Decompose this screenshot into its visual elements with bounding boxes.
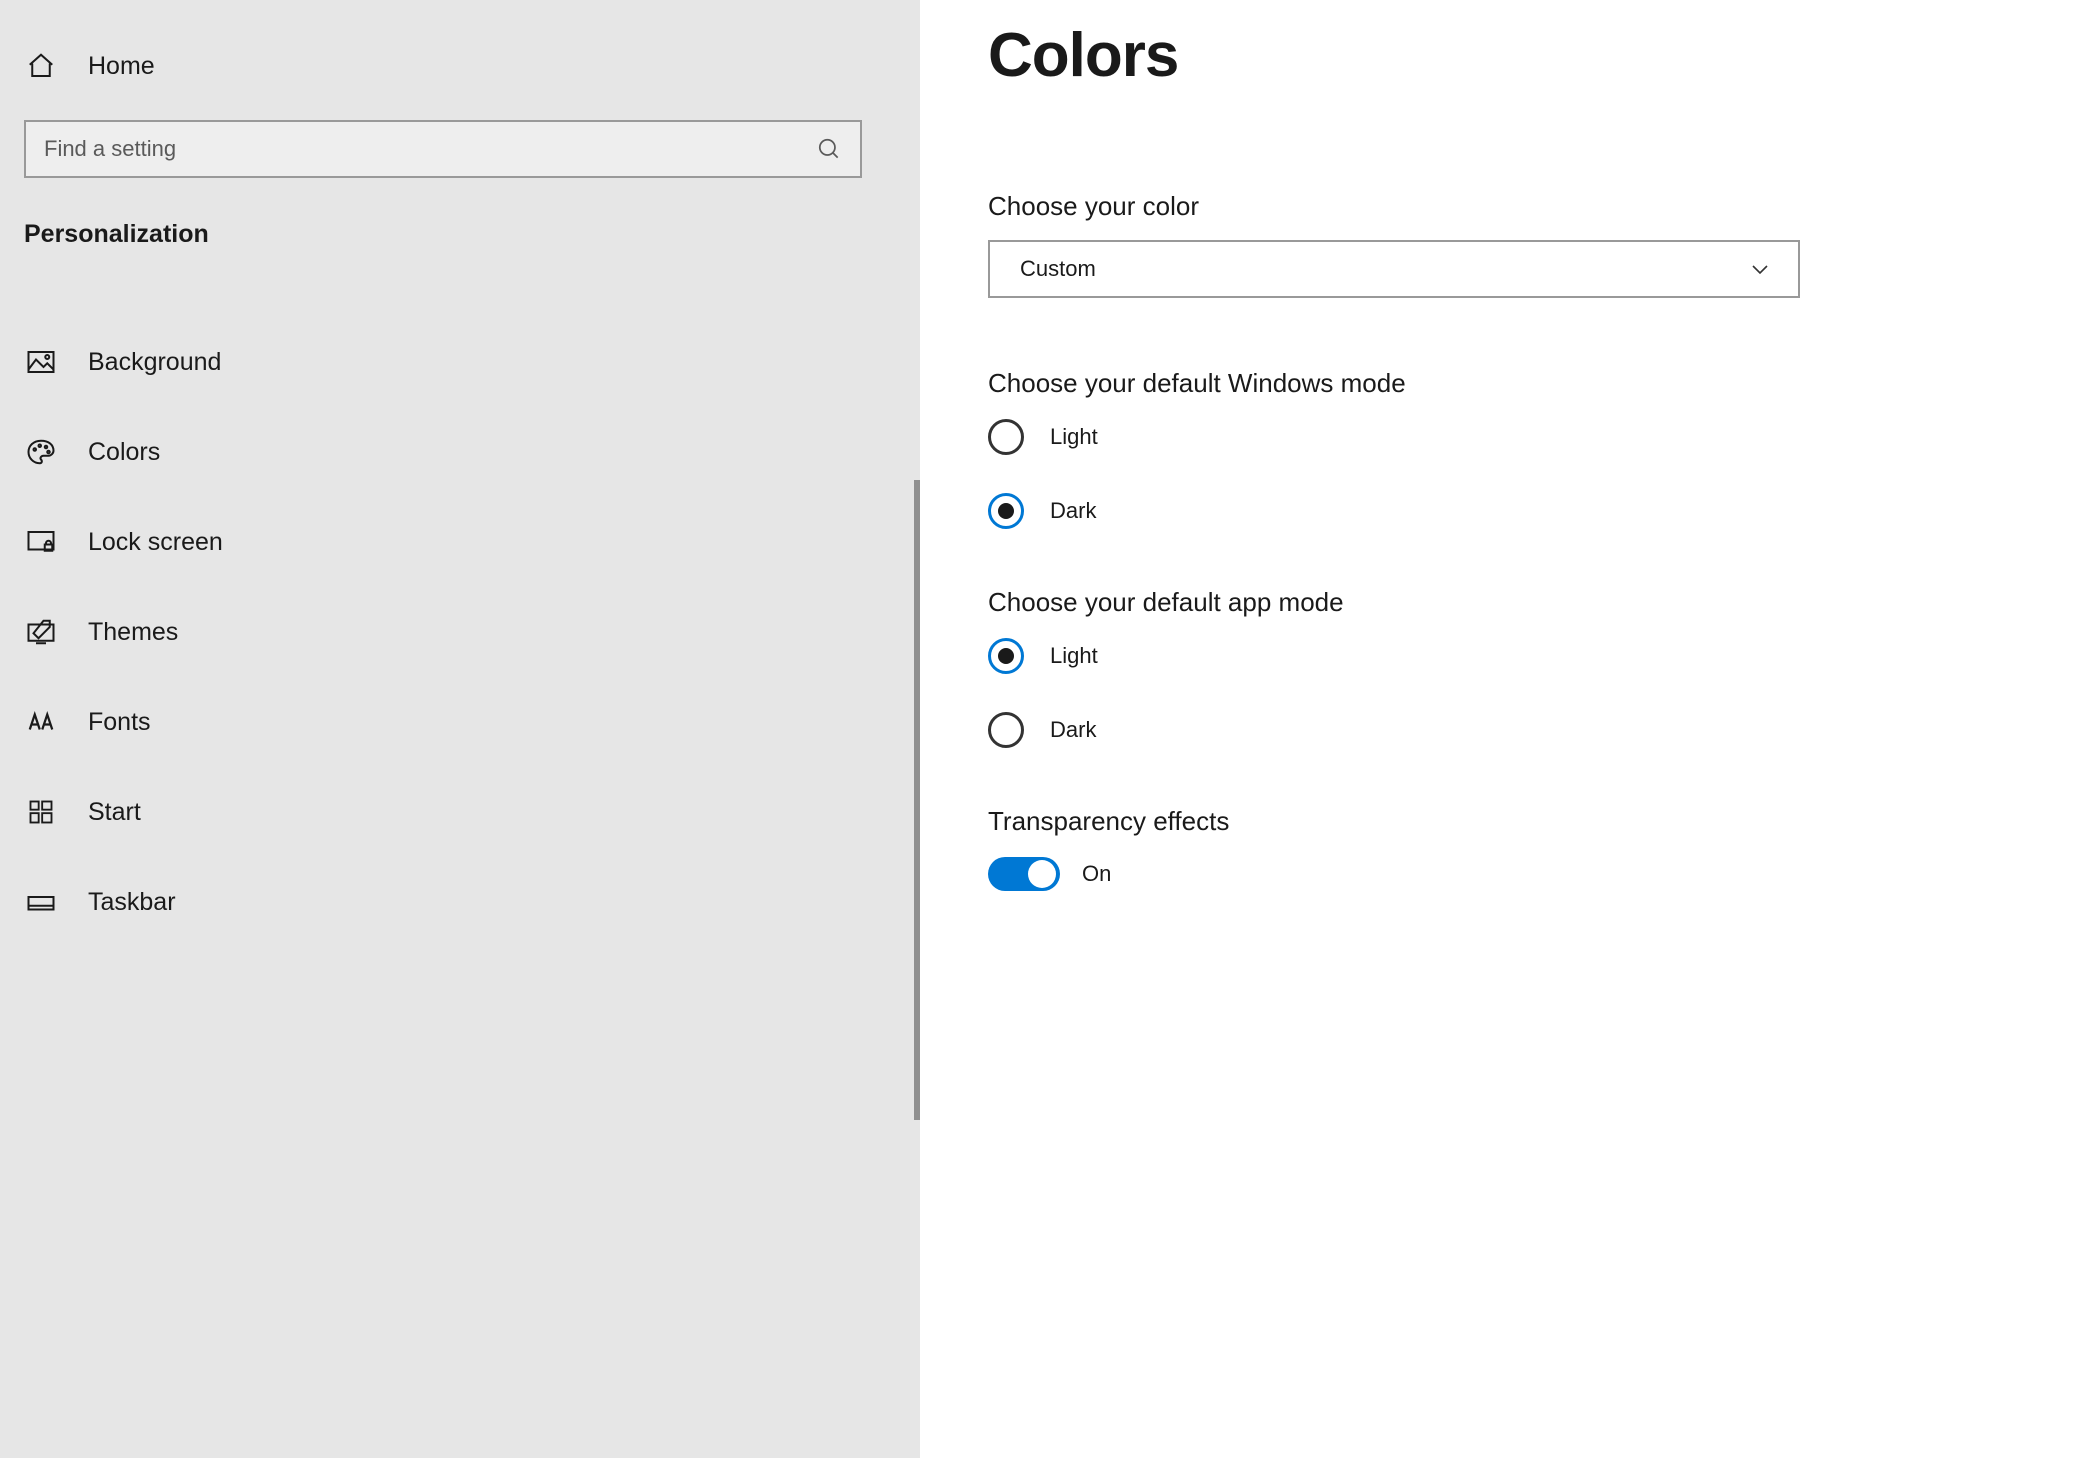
sidebar-item-fonts[interactable]: Fonts	[0, 677, 920, 767]
chevron-down-icon	[1748, 257, 1772, 281]
sidebar-nav-group: Background Colors	[0, 317, 920, 947]
lock-screen-icon	[24, 525, 58, 559]
windows-mode-group: Light Dark	[988, 419, 2100, 529]
app-mode-label: Choose your default app mode	[988, 587, 2100, 618]
sidebar-item-label: Colors	[88, 438, 160, 467]
radio-label: Dark	[1050, 498, 1096, 524]
page-title: Colors	[988, 20, 2100, 91]
sidebar-item-lock-screen[interactable]: Lock screen	[0, 497, 920, 587]
transparency-row: On	[988, 857, 2100, 891]
start-icon	[24, 795, 58, 829]
home-icon	[24, 49, 58, 83]
windows-mode-light[interactable]: Light	[988, 419, 2100, 455]
sidebar-item-label: Taskbar	[88, 888, 176, 917]
sidebar-item-colors[interactable]: Colors	[0, 407, 920, 497]
app-mode-group: Light Dark	[988, 638, 2100, 748]
palette-icon	[24, 435, 58, 469]
windows-mode-dark[interactable]: Dark	[988, 493, 2100, 529]
radio-label: Light	[1050, 424, 1098, 450]
sidebar-home[interactable]: Home	[0, 32, 920, 100]
transparency-toggle[interactable]	[988, 857, 1060, 891]
sidebar-item-start[interactable]: Start	[0, 767, 920, 857]
color-dropdown-value: Custom	[1020, 256, 1096, 282]
taskbar-icon	[24, 885, 58, 919]
radio-selected-icon	[988, 638, 1024, 674]
sidebar-item-themes[interactable]: Themes	[0, 587, 920, 677]
sidebar-item-background[interactable]: Background	[0, 317, 920, 407]
search-icon	[816, 136, 842, 162]
sidebar-scrollbar[interactable]	[914, 480, 920, 1120]
color-dropdown[interactable]: Custom	[988, 240, 1800, 298]
settings-sidebar: Home Personalization Background	[0, 0, 920, 1458]
themes-icon	[24, 615, 58, 649]
sidebar-item-taskbar[interactable]: Taskbar	[0, 857, 920, 947]
transparency-label: Transparency effects	[988, 806, 2100, 837]
transparency-state: On	[1082, 861, 1111, 887]
radio-label: Dark	[1050, 717, 1096, 743]
sidebar-item-label: Background	[88, 348, 221, 377]
image-icon	[24, 345, 58, 379]
sidebar-item-label: Themes	[88, 618, 178, 647]
radio-unselected-icon	[988, 712, 1024, 748]
windows-mode-label: Choose your default Windows mode	[988, 368, 2100, 399]
app-mode-dark[interactable]: Dark	[988, 712, 2100, 748]
sidebar-item-label: Fonts	[88, 708, 151, 737]
search-container	[0, 120, 920, 196]
fonts-icon	[24, 705, 58, 739]
search-box[interactable]	[24, 120, 862, 178]
radio-unselected-icon	[988, 419, 1024, 455]
search-input[interactable]	[44, 136, 816, 162]
main-content: Colors Choose your color Custom Choose y…	[920, 0, 2100, 1458]
radio-selected-icon	[988, 493, 1024, 529]
sidebar-item-label: Start	[88, 798, 141, 827]
sidebar-home-label: Home	[88, 52, 155, 81]
radio-label: Light	[1050, 643, 1098, 669]
sidebar-group-label: Personalization	[0, 196, 920, 267]
choose-color-label: Choose your color	[988, 191, 2100, 222]
sidebar-item-label: Lock screen	[88, 528, 223, 557]
toggle-knob	[1028, 860, 1056, 888]
app-mode-light[interactable]: Light	[988, 638, 2100, 674]
